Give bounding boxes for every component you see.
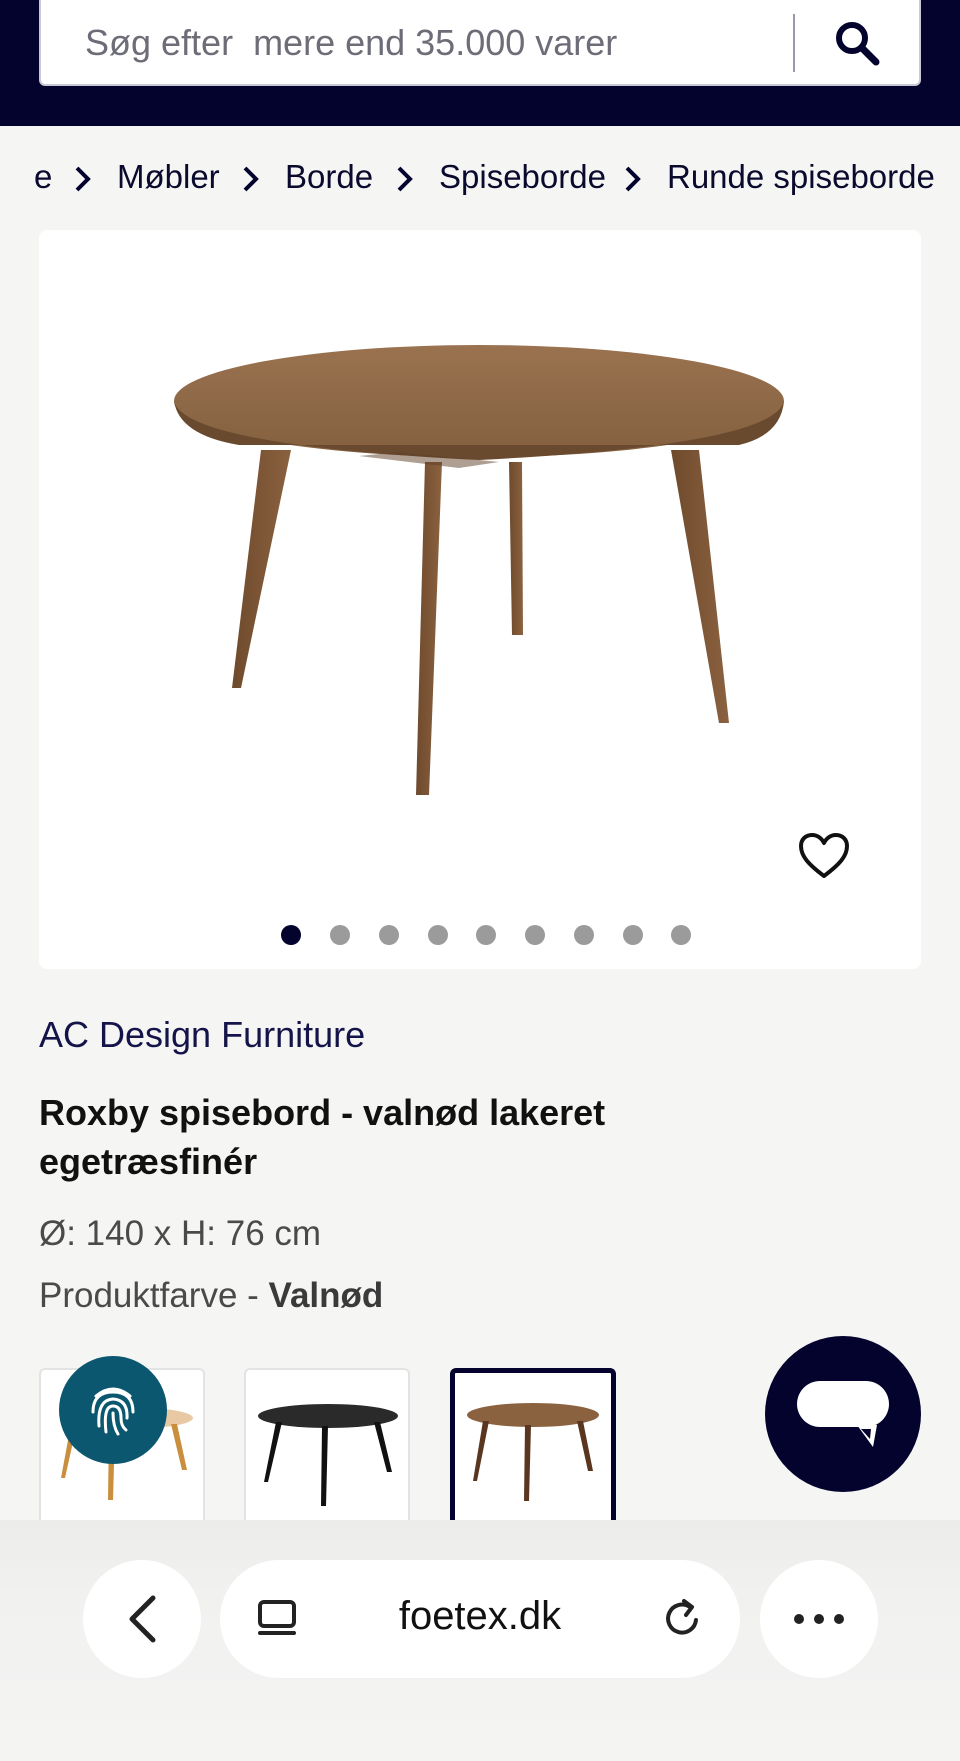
browser-toolbar: foetex.dk xyxy=(0,1520,960,1761)
carousel-dot[interactable] xyxy=(525,925,545,945)
variant-image xyxy=(467,1403,599,1501)
carousel-dot[interactable] xyxy=(574,925,594,945)
heart-icon xyxy=(799,833,849,878)
variant-thumbnail-black[interactable] xyxy=(244,1368,410,1520)
header-bar xyxy=(0,0,960,126)
favorite-button[interactable] xyxy=(791,826,857,886)
product-color: Produktfarve - Valnød xyxy=(39,1276,383,1316)
back-button[interactable] xyxy=(83,1560,201,1678)
breadcrumb-item-borde[interactable]: Borde xyxy=(285,158,373,196)
carousel-dot[interactable] xyxy=(476,925,496,945)
carousel-dots xyxy=(39,918,921,948)
carousel-dot[interactable] xyxy=(330,925,350,945)
product-color-value: Valnød xyxy=(268,1276,384,1315)
breadcrumb-item-runde-spiseborde[interactable]: Runde spiseborde xyxy=(667,158,935,196)
breadcrumb: e Møbler Borde Spiseborde Runde spisebor… xyxy=(0,150,960,210)
carousel-dot[interactable] xyxy=(281,925,301,945)
carousel-dot[interactable] xyxy=(379,925,399,945)
fingerprint-icon xyxy=(91,1387,135,1436)
breadcrumb-item[interactable]: e xyxy=(34,158,52,196)
chat-bubble-icon xyxy=(797,1381,889,1447)
product-image-gallery[interactable] xyxy=(39,230,921,969)
address-bar[interactable]: foetex.dk xyxy=(220,1560,740,1678)
chevron-right-icon xyxy=(625,166,641,192)
variant-image xyxy=(258,1404,398,1506)
chevron-left-icon xyxy=(129,1595,156,1643)
product-color-label: Produktfarve - xyxy=(39,1276,269,1315)
search-input[interactable] xyxy=(41,0,793,84)
carousel-dot[interactable] xyxy=(428,925,448,945)
more-menu-button[interactable] xyxy=(760,1560,878,1678)
cookie-consent-button[interactable] xyxy=(59,1356,167,1464)
brand-link[interactable]: AC Design Furniture xyxy=(39,1014,365,1056)
reload-icon[interactable] xyxy=(660,1596,706,1642)
carousel-dot[interactable] xyxy=(623,925,643,945)
carousel-dot[interactable] xyxy=(671,925,691,945)
breadcrumb-item-spiseborde[interactable]: Spiseborde xyxy=(439,158,606,196)
search-box xyxy=(39,0,921,86)
product-dimensions: Ø: 140 x H: 76 cm xyxy=(39,1214,322,1253)
chevron-right-icon xyxy=(397,166,413,192)
chevron-right-icon xyxy=(75,166,91,192)
product-image xyxy=(174,345,784,795)
product-title: Roxby spisebord - valnød lakeret egetræs… xyxy=(39,1092,606,1182)
breadcrumb-item-mobler[interactable]: Møbler xyxy=(117,158,220,196)
search-button[interactable] xyxy=(795,0,919,84)
search-icon xyxy=(836,22,880,66)
chevron-right-icon xyxy=(243,166,259,192)
variant-thumbnail-walnut[interactable] xyxy=(450,1368,616,1520)
more-dots-icon xyxy=(794,1614,844,1624)
chat-button[interactable] xyxy=(765,1336,921,1492)
